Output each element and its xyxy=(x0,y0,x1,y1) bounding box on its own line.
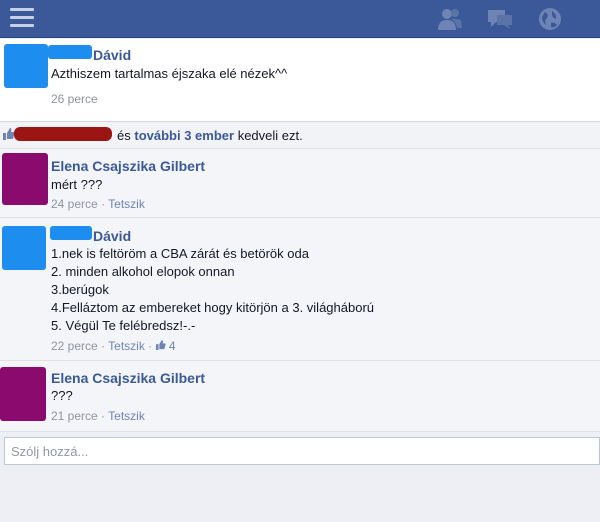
likes-summary: és további 3 ember kedveli ezt. xyxy=(0,122,600,149)
menu-icon[interactable] xyxy=(10,8,34,28)
post-author-name[interactable]: Dávid xyxy=(93,47,131,63)
comment-timestamp[interactable]: 24 perce xyxy=(51,197,98,211)
redacted-avatar xyxy=(0,367,46,421)
comment-meta: 21 perce · Tetszik xyxy=(51,409,145,423)
avatar[interactable] xyxy=(4,44,48,88)
comment-author-name[interactable]: Dávid xyxy=(93,228,131,244)
post-timestamp[interactable]: 26 perce xyxy=(51,92,98,106)
redacted-avatar xyxy=(4,44,48,88)
messages-icon[interactable] xyxy=(486,6,514,32)
likes-others-link[interactable]: további 3 ember xyxy=(134,128,234,143)
redacted-name xyxy=(48,45,92,59)
friend-requests-icon[interactable] xyxy=(436,6,464,32)
comment-text: 1.nek is feltöröm a CBA zárát és betörök… xyxy=(51,246,375,333)
like-count-value: 4 xyxy=(168,339,176,353)
comment-item: Elena Csajszika Gilbert mért ??? 24 perc… xyxy=(0,149,600,218)
comment-input-placeholder: Szólj hozzá... xyxy=(11,444,89,459)
comment-item: Dávid 1.nek is feltöröm a CBA zárát és b… xyxy=(0,218,600,361)
redacted-liker-name xyxy=(14,127,112,141)
comment-item: Elena Csajszika Gilbert ??? 21 perce · T… xyxy=(0,361,600,432)
post-text: Azthiszem tartalmas éjszaka elé nézek^^ xyxy=(51,66,288,81)
like-comment-link[interactable]: Tetszik xyxy=(108,409,145,423)
notifications-globe-icon[interactable] xyxy=(536,6,564,32)
redacted-name xyxy=(50,226,92,240)
redacted-avatar xyxy=(2,153,48,205)
avatar[interactable] xyxy=(2,153,48,205)
status-post: Dávid Azthiszem tartalmas éjszaka elé né… xyxy=(0,39,600,122)
comment-author-name[interactable]: Elena Csajszika Gilbert xyxy=(51,370,205,386)
like-comment-link[interactable]: Tetszik xyxy=(108,197,145,211)
likes-suffix-text: kedveli ezt. xyxy=(237,128,303,143)
comment-timestamp[interactable]: 21 perce xyxy=(51,409,98,423)
like-comment-link[interactable]: Tetszik xyxy=(108,339,145,353)
top-navigation-bar xyxy=(0,0,600,38)
comment-text: ??? xyxy=(51,388,73,403)
comment-text: mért ??? xyxy=(51,177,103,192)
comment-meta: 24 perce · Tetszik xyxy=(51,197,145,211)
redacted-avatar xyxy=(2,226,46,270)
comment-meta: 22 perce · Tetszik · 4 xyxy=(51,339,176,353)
likes-and-text: és xyxy=(117,128,131,143)
comment-like-count[interactable]: 4 xyxy=(155,339,176,353)
comment-author-name[interactable]: Elena Csajszika Gilbert xyxy=(51,158,205,174)
thumbs-up-icon xyxy=(155,340,166,350)
avatar[interactable] xyxy=(0,367,46,421)
avatar[interactable] xyxy=(2,226,46,270)
comment-timestamp[interactable]: 22 perce xyxy=(51,339,98,353)
comment-input[interactable]: Szólj hozzá... xyxy=(4,437,600,465)
